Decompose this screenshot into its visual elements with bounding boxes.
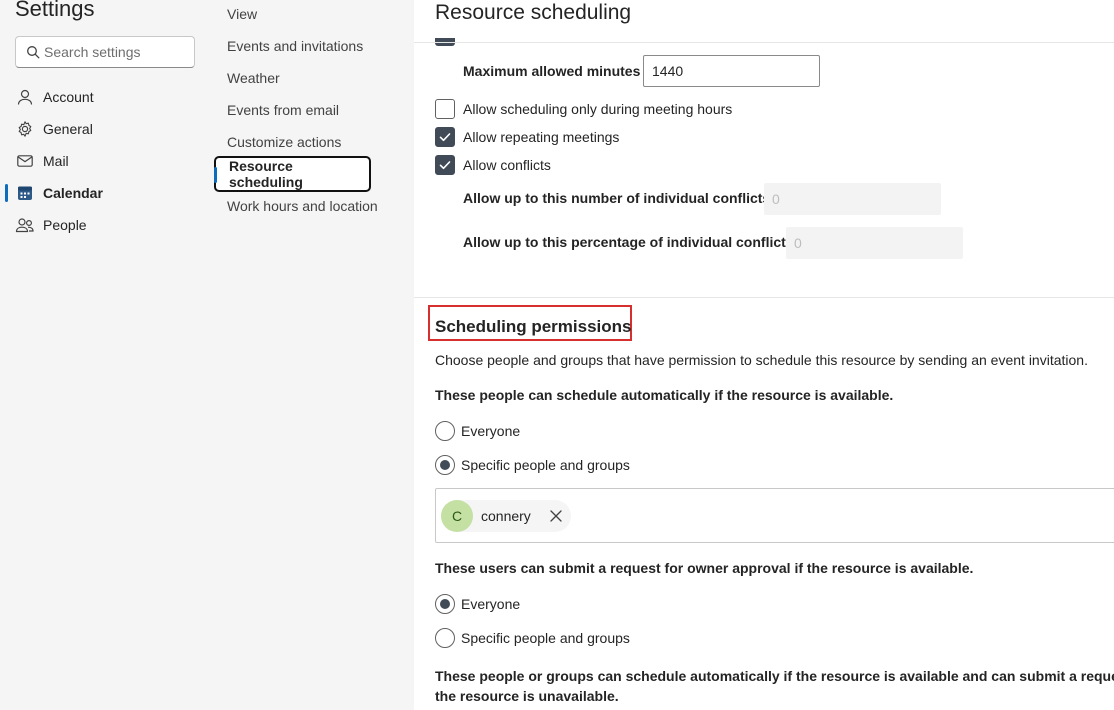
people-picker[interactable]: C connery <box>435 488 1114 543</box>
nav-item-label: People <box>43 217 87 233</box>
auto-option-specific[interactable]: Specific people and groups <box>435 455 630 475</box>
option-label: Allow conflicts <box>463 157 551 173</box>
subnav-item-weather[interactable]: Weather <box>227 64 387 92</box>
mail-icon <box>15 151 35 171</box>
radio-dot <box>440 460 450 470</box>
nav-item-general[interactable]: General <box>15 117 205 141</box>
request-option-specific[interactable]: Specific people and groups <box>435 628 630 648</box>
nav-item-label: Calendar <box>43 185 103 201</box>
person-name: connery <box>481 508 531 524</box>
person-chip[interactable]: C connery <box>441 500 571 532</box>
search-input[interactable] <box>44 38 192 66</box>
radio-label: Specific people and groups <box>461 457 630 473</box>
avatar: C <box>441 500 473 532</box>
checkmark-icon <box>439 133 451 142</box>
gear-icon <box>15 119 35 139</box>
title-divider <box>414 42 1114 43</box>
subnav-item-events-and-invitations[interactable]: Events and invitations <box>227 32 387 60</box>
conflicts-number-label: Allow up to this number of individual co… <box>463 190 771 206</box>
close-icon[interactable] <box>549 509 563 523</box>
calendar-icon <box>15 183 35 203</box>
nav-item-calendar[interactable]: Calendar <box>15 181 205 205</box>
settings-title: Settings <box>15 0 95 21</box>
subnav-item-work-hours-and-location[interactable]: Work hours and location <box>227 192 387 220</box>
calendar-subnav: View Events and invitations Weather Even… <box>214 0 414 710</box>
max-minutes-label: Maximum allowed minutes <box>463 63 641 79</box>
settings-content: Resource scheduling Maximum allowed minu… <box>414 0 1114 710</box>
both-heading-line2: the resource is unavailable. <box>435 688 619 704</box>
permissions-description: Choose people and groups that have permi… <box>435 352 1088 368</box>
auto-schedule-heading: These people can schedule automatically … <box>435 387 894 403</box>
page-title: Resource scheduling <box>435 1 632 24</box>
radio-dot <box>440 599 450 609</box>
radio-button[interactable] <box>435 628 455 648</box>
auto-option-everyone[interactable]: Everyone <box>435 421 520 441</box>
nav-item-account[interactable]: Account <box>15 85 205 109</box>
option-meeting-hours[interactable]: Allow scheduling only during meeting hou… <box>435 99 732 119</box>
option-label: Allow scheduling only during meeting hou… <box>463 101 733 117</box>
request-option-everyone[interactable]: Everyone <box>435 594 520 614</box>
checkmark-icon <box>439 161 451 170</box>
people-icon <box>15 215 35 235</box>
radio-label: Everyone <box>461 596 521 612</box>
active-nav-indicator <box>5 184 8 202</box>
nav-item-label: Mail <box>43 153 69 169</box>
subnav-item-view[interactable]: View <box>227 0 387 28</box>
option-label: Allow repeating meetings <box>463 129 620 145</box>
both-heading-line1: These people or groups can schedule auto… <box>435 668 1114 684</box>
request-heading: These users can submit a request for own… <box>435 560 974 576</box>
radio-button[interactable] <box>435 594 455 614</box>
subnav-item-events-from-email[interactable]: Events from email <box>227 96 387 124</box>
nav-item-label: General <box>43 121 93 137</box>
nav-item-mail[interactable]: Mail <box>15 149 205 173</box>
radio-button[interactable] <box>435 421 455 441</box>
conflicts-percent-label: Allow up to this percentage of individua… <box>463 234 794 250</box>
search-box[interactable] <box>15 36 195 68</box>
max-minutes-input[interactable] <box>643 55 820 87</box>
settings-sidebar: Settings Account General Mail Calendar <box>0 0 214 710</box>
checkbox[interactable] <box>435 155 455 175</box>
nav-item-people[interactable]: People <box>15 213 205 237</box>
option-allow-conflicts[interactable]: Allow conflicts <box>435 155 551 175</box>
checkbox[interactable] <box>435 127 455 147</box>
subnav-item-resource-scheduling[interactable]: Resource scheduling <box>214 156 371 192</box>
section-divider <box>414 297 1114 298</box>
conflicts-percent-input <box>786 227 963 259</box>
radio-button[interactable] <box>435 455 455 475</box>
section-title: Scheduling permissions <box>435 317 632 336</box>
subnav-item-customize-actions[interactable]: Customize actions <box>227 128 387 156</box>
person-icon <box>15 87 35 107</box>
option-repeating-meetings[interactable]: Allow repeating meetings <box>435 127 619 147</box>
selected-subnav-indicator <box>214 167 217 183</box>
checkbox[interactable] <box>435 99 455 119</box>
radio-label: Everyone <box>461 423 521 439</box>
conflicts-number-input <box>764 183 941 215</box>
search-icon <box>26 45 40 59</box>
nav-item-label: Account <box>43 89 94 105</box>
radio-label: Specific people and groups <box>461 630 630 646</box>
